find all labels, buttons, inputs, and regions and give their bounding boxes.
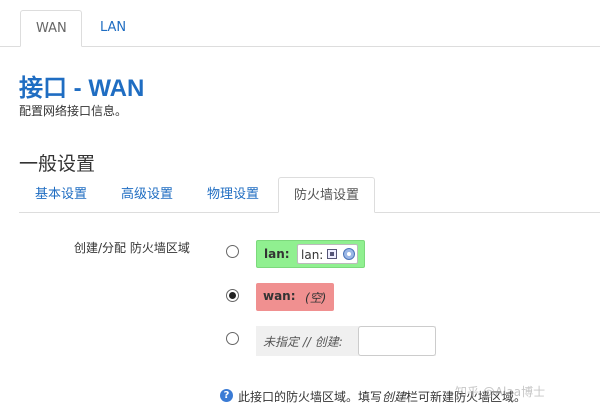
zone-lan-badge[interactable]: lan: lan: — [256, 240, 365, 268]
page-description: 配置网络接口信息。 — [19, 104, 128, 118]
help-icon: ? — [220, 389, 233, 402]
tab-wan[interactable]: WAN — [20, 10, 82, 47]
zone-lan-network-label: lan: — [301, 248, 324, 262]
tab-physical-settings[interactable]: 物理设置 — [207, 177, 259, 212]
zone-wan-badge[interactable]: wan: (空) — [256, 283, 334, 311]
wifi-icon — [343, 248, 355, 260]
zone-lan-networks: lan: — [297, 244, 358, 264]
zone-wan-empty: (空) — [305, 291, 327, 305]
zone-wan-name: wan: — [263, 289, 296, 303]
tab-advanced-settings[interactable]: 高级设置 — [121, 177, 173, 212]
radio-zone-wan[interactable] — [226, 289, 239, 302]
radio-zone-create[interactable] — [226, 332, 239, 345]
zone-create-row: 未指定 // 创建: — [256, 326, 436, 356]
zone-create-label: 未指定 // 创建: — [263, 335, 343, 349]
top-tab-bar: WAN LAN — [0, 0, 600, 47]
watermark: 知乎 @Alaa博士 — [455, 385, 546, 399]
section-title: 一般设置 — [19, 153, 96, 175]
page-title: 接口 - WAN — [19, 75, 145, 102]
zone-lan-name: lan: — [264, 247, 290, 261]
settings-tab-bar: 基本设置 高级设置 物理设置 防火墙设置 — [0, 177, 600, 213]
tab-basic-settings[interactable]: 基本设置 — [35, 177, 87, 212]
tab-firewall-settings[interactable]: 防火墙设置 — [278, 177, 375, 213]
firewall-zone-label: 创建/分配 防火墙区域 — [74, 241, 190, 255]
network-port-icon — [327, 249, 337, 259]
new-zone-input[interactable] — [358, 326, 436, 356]
radio-zone-lan[interactable] — [226, 245, 239, 258]
tab-lan[interactable]: LAN — [85, 10, 141, 47]
